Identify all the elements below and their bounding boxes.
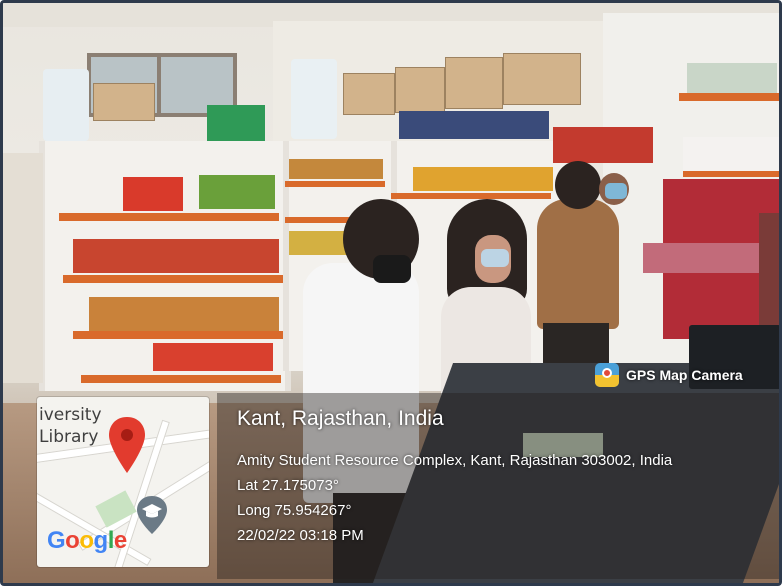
jars <box>687 63 777 93</box>
google-letter: o <box>65 527 80 554</box>
map-label-line1: iversity <box>39 405 102 425</box>
shelf-board <box>63 275 289 283</box>
gps-badge-label: GPS Map Camera <box>626 367 743 383</box>
snack-packets <box>73 239 279 273</box>
product-cartons <box>553 127 653 163</box>
gps-map-camera-badge: GPS Map Camera <box>595 363 743 387</box>
person-brown-shirt <box>537 199 619 329</box>
shelf-board <box>73 331 293 339</box>
photo-frame: GPS Map Camera iversity Library Google K… <box>0 0 782 586</box>
face-mask <box>605 183 627 199</box>
face-mask <box>481 249 509 267</box>
person-right-edge <box>759 213 779 333</box>
shelf-board <box>391 193 551 199</box>
graduation-cap-icon <box>137 496 167 534</box>
snack-packets <box>199 175 275 209</box>
location-address: Amity Student Resource Complex, Kant, Ra… <box>237 452 673 469</box>
goods-row <box>289 231 349 255</box>
shelf-board <box>285 181 385 187</box>
carton-box <box>395 67 445 113</box>
snack-packets <box>123 177 183 211</box>
map-thumbnail: iversity Library Google <box>37 397 209 567</box>
location-pin-icon <box>109 417 145 473</box>
carton-box <box>445 57 503 109</box>
google-letter: e <box>113 527 127 554</box>
carton-box <box>503 53 581 105</box>
datetime-readout: 22/02/22 03:18 PM <box>237 527 364 544</box>
wall-shelf <box>3 153 43 383</box>
product-box <box>207 105 265 143</box>
google-letter: o <box>79 527 94 554</box>
goods-row <box>413 167 553 191</box>
water-jug <box>43 69 89 141</box>
water-jug <box>291 59 337 139</box>
shelf-board <box>81 375 281 383</box>
wall-shelf-board <box>679 93 779 101</box>
snack-packets <box>89 297 279 331</box>
carton-box <box>93 83 155 121</box>
latitude-readout: Lat 27.175073° <box>237 477 339 494</box>
shampoo-bottles <box>683 137 779 177</box>
shelf-board <box>59 213 279 221</box>
carton-box <box>343 73 395 115</box>
bottled-goods <box>399 111 549 139</box>
google-letter: g <box>93 527 109 554</box>
gps-camera-icon <box>595 363 619 387</box>
goods-row <box>289 159 383 179</box>
snack-packets <box>153 343 273 371</box>
person-head <box>555 161 601 209</box>
location-title: Kant, Rajasthan, India <box>237 407 444 430</box>
google-logo: Google <box>47 527 127 555</box>
map-label-line2: Library <box>39 427 99 447</box>
google-letter: G <box>47 527 66 554</box>
longitude-readout: Long 75.954267° <box>237 502 352 519</box>
face-mask <box>373 255 411 283</box>
